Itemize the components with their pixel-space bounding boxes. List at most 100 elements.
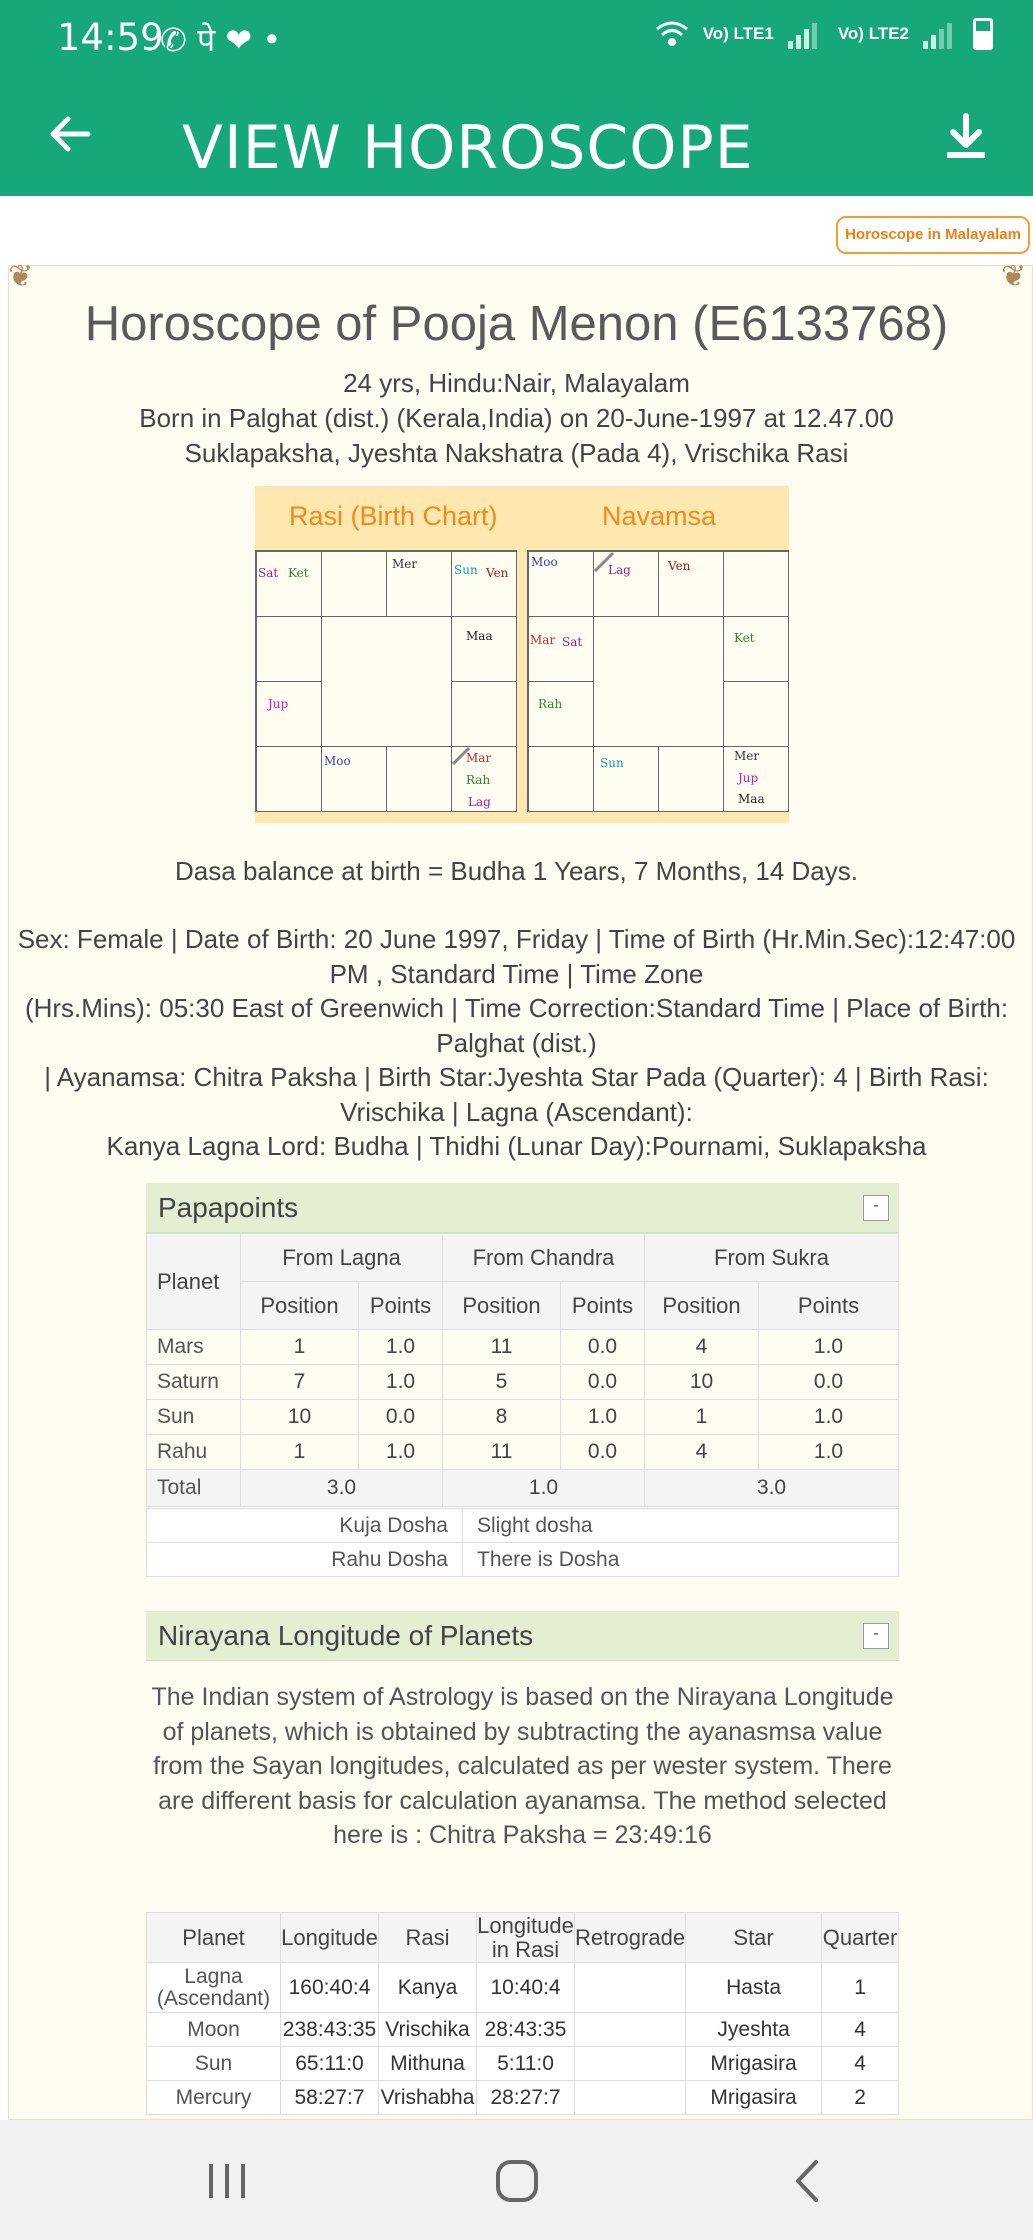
birth-details: Born in Palghat (dist.) (Kerala,India) o… — [139, 403, 894, 433]
planet-label: Sat — [258, 566, 279, 580]
navamsa-house — [528, 746, 594, 812]
papapoints-title: Papapoints — [158, 1192, 299, 1223]
collapse-button[interactable]: - — [863, 1195, 889, 1221]
cell: 0.0 — [758, 1364, 899, 1400]
cell: 1 — [240, 1329, 359, 1365]
dasa-balance: Dasa balance at birth = Budha 1 Years, 7… — [175, 856, 858, 886]
table-row: Moon 238:43:35 Vrischika 28:43:35 Jyesht… — [146, 2012, 899, 2047]
cell: 4 — [821, 2046, 899, 2081]
cell-planet: Sun — [146, 1399, 241, 1435]
planet-label: Ket — [288, 566, 309, 580]
navamsa-house — [528, 616, 594, 682]
dosha-row: Rahu Dosha There is Dosha — [146, 1542, 899, 1577]
cell: 10 — [240, 1399, 359, 1435]
col-from-lagna: From Lagna — [240, 1233, 443, 1282]
cell-planet: Lagna (Ascendant) — [146, 1962, 281, 2013]
signal2-icon — [923, 19, 959, 49]
nakshatra-details: Suklapaksha, Jyeshta Nakshatra (Pada 4),… — [184, 438, 849, 468]
status-time: 14:59 — [57, 16, 164, 59]
cell: 1.0 — [758, 1434, 899, 1470]
rasi-house — [321, 551, 387, 617]
planet-label: Lag — [468, 795, 491, 809]
back-icon[interactable] — [786, 2158, 832, 2204]
cell: Vrishabha — [378, 2080, 477, 2115]
table-row: Sun 10 0.0 8 1.0 1 1.0 — [146, 1399, 899, 1435]
dosha-label: Rahu Dosha — [146, 1542, 463, 1577]
col-points: Points — [358, 1281, 443, 1330]
cell: 160:40:4 — [280, 1962, 379, 2013]
cell-planet: Sun — [146, 2046, 281, 2081]
rasi-chart-title: Rasi (Birth Chart) — [289, 501, 498, 531]
cell — [573, 2080, 687, 2115]
nirayana-header: Nirayana Longitude of Planets - — [146, 1611, 899, 1661]
col-planet: Planet — [146, 1912, 281, 1963]
col-rasi: Rasi — [378, 1912, 477, 1963]
horoscope-in-malayalam-button[interactable]: Horoscope in Malayalam — [836, 216, 1030, 254]
system-nav-bar — [0, 2120, 1033, 2240]
planet-name-sub: (Ascendant) — [156, 1986, 271, 2010]
planet-label: Sun — [454, 563, 478, 577]
cell: 8 — [442, 1399, 561, 1435]
navamsa-house — [528, 681, 594, 747]
cell: 1 — [821, 1962, 899, 2013]
cell: 58:27:7 — [280, 2080, 379, 2115]
birth-info-block: Sex: Female | Date of Birth: 20 June 199… — [10, 922, 1023, 1164]
cell: 10 — [644, 1364, 759, 1400]
cell: Mithuna — [378, 2046, 477, 2081]
cell-planet: Rahu — [146, 1434, 241, 1470]
back-arrow-icon[interactable] — [44, 108, 96, 160]
longitude-table: Planet Longitude Rasi Longitude in Rasi R… — [146, 1912, 899, 2115]
sim2-label: Vo) LTE2 — [837, 24, 909, 43]
download-icon[interactable] — [939, 110, 993, 164]
status-bar: 14:59 ✆ पे ❤ • Vo) LTE1 Vo) LTE2 — [0, 0, 1033, 78]
cell: 1.0 — [758, 1329, 899, 1365]
rasi-chart: Sat Ket Mer Sun Ven Maa Jup Moo Mar Rah … — [255, 550, 517, 812]
recent-apps-icon[interactable] — [205, 2158, 251, 2204]
collapse-button[interactable]: - — [863, 1623, 889, 1649]
planet-label: Jup — [738, 771, 759, 785]
planet-label: Maa — [466, 629, 493, 643]
cell: 5 — [442, 1364, 561, 1400]
planet-label: Ven — [668, 559, 691, 573]
planet-label: Ven — [486, 566, 509, 580]
rasi-house — [256, 551, 322, 617]
cell: 1.0 — [358, 1329, 443, 1365]
home-icon[interactable] — [494, 2158, 540, 2204]
col-longitude: Longitude — [280, 1912, 379, 1963]
col-position: Position — [442, 1281, 561, 1330]
table-row: Lagna (Ascendant) 160:40:4 Kanya 10:40:4 … — [146, 1962, 899, 2013]
cell: 4 — [821, 2012, 899, 2047]
planet-label: Lag — [608, 563, 631, 577]
rasi-house — [451, 681, 517, 747]
planet-name: Lagna — [184, 1964, 243, 1988]
info-line: Sex: Female | Date of Birth: 20 June 199… — [17, 924, 1016, 954]
horoscope-title: Horoscope of Pooja Menon (E6133768) — [84, 297, 949, 351]
dosha-label: Kuja Dosha — [146, 1508, 463, 1543]
total-row: Total 3.0 1.0 3.0 — [146, 1469, 899, 1507]
cell: 1 — [644, 1399, 759, 1435]
col-from-sukra: From Sukra — [644, 1233, 899, 1282]
planet-label: Rah — [538, 697, 563, 711]
wifi-icon — [655, 21, 688, 46]
col-star: Star — [685, 1912, 823, 1963]
info-line: Vrischika | Lagna (Ascendant): — [340, 1096, 693, 1127]
cell: 1.0 — [560, 1399, 645, 1435]
planet-label: Mer — [392, 557, 418, 571]
cell: Mrigasira — [685, 2080, 823, 2115]
planet-label: Moo — [531, 555, 558, 569]
cell: 28:27:7 — [476, 2080, 575, 2115]
header-line: in Rasi — [491, 1936, 560, 1962]
col-quarter: Quarter — [821, 1912, 899, 1963]
planet-label: Rah — [466, 773, 491, 787]
cell: 4 — [644, 1434, 759, 1470]
col-retrograde: Retrograde — [573, 1912, 687, 1963]
cell-total-label: Total — [146, 1469, 241, 1507]
table-row: Mars 1 1.0 11 0.0 4 1.0 — [146, 1329, 899, 1365]
cell: 0.0 — [358, 1399, 443, 1435]
col-planet: Planet — [146, 1233, 241, 1330]
navamsa-house — [723, 551, 789, 617]
info-line: PM , Standard Time | Time Zone — [329, 958, 704, 989]
table-row: Rahu 1 1.0 11 0.0 4 1.0 — [146, 1434, 899, 1470]
rasi-house — [256, 681, 322, 747]
cell-total: 1.0 — [442, 1469, 645, 1507]
